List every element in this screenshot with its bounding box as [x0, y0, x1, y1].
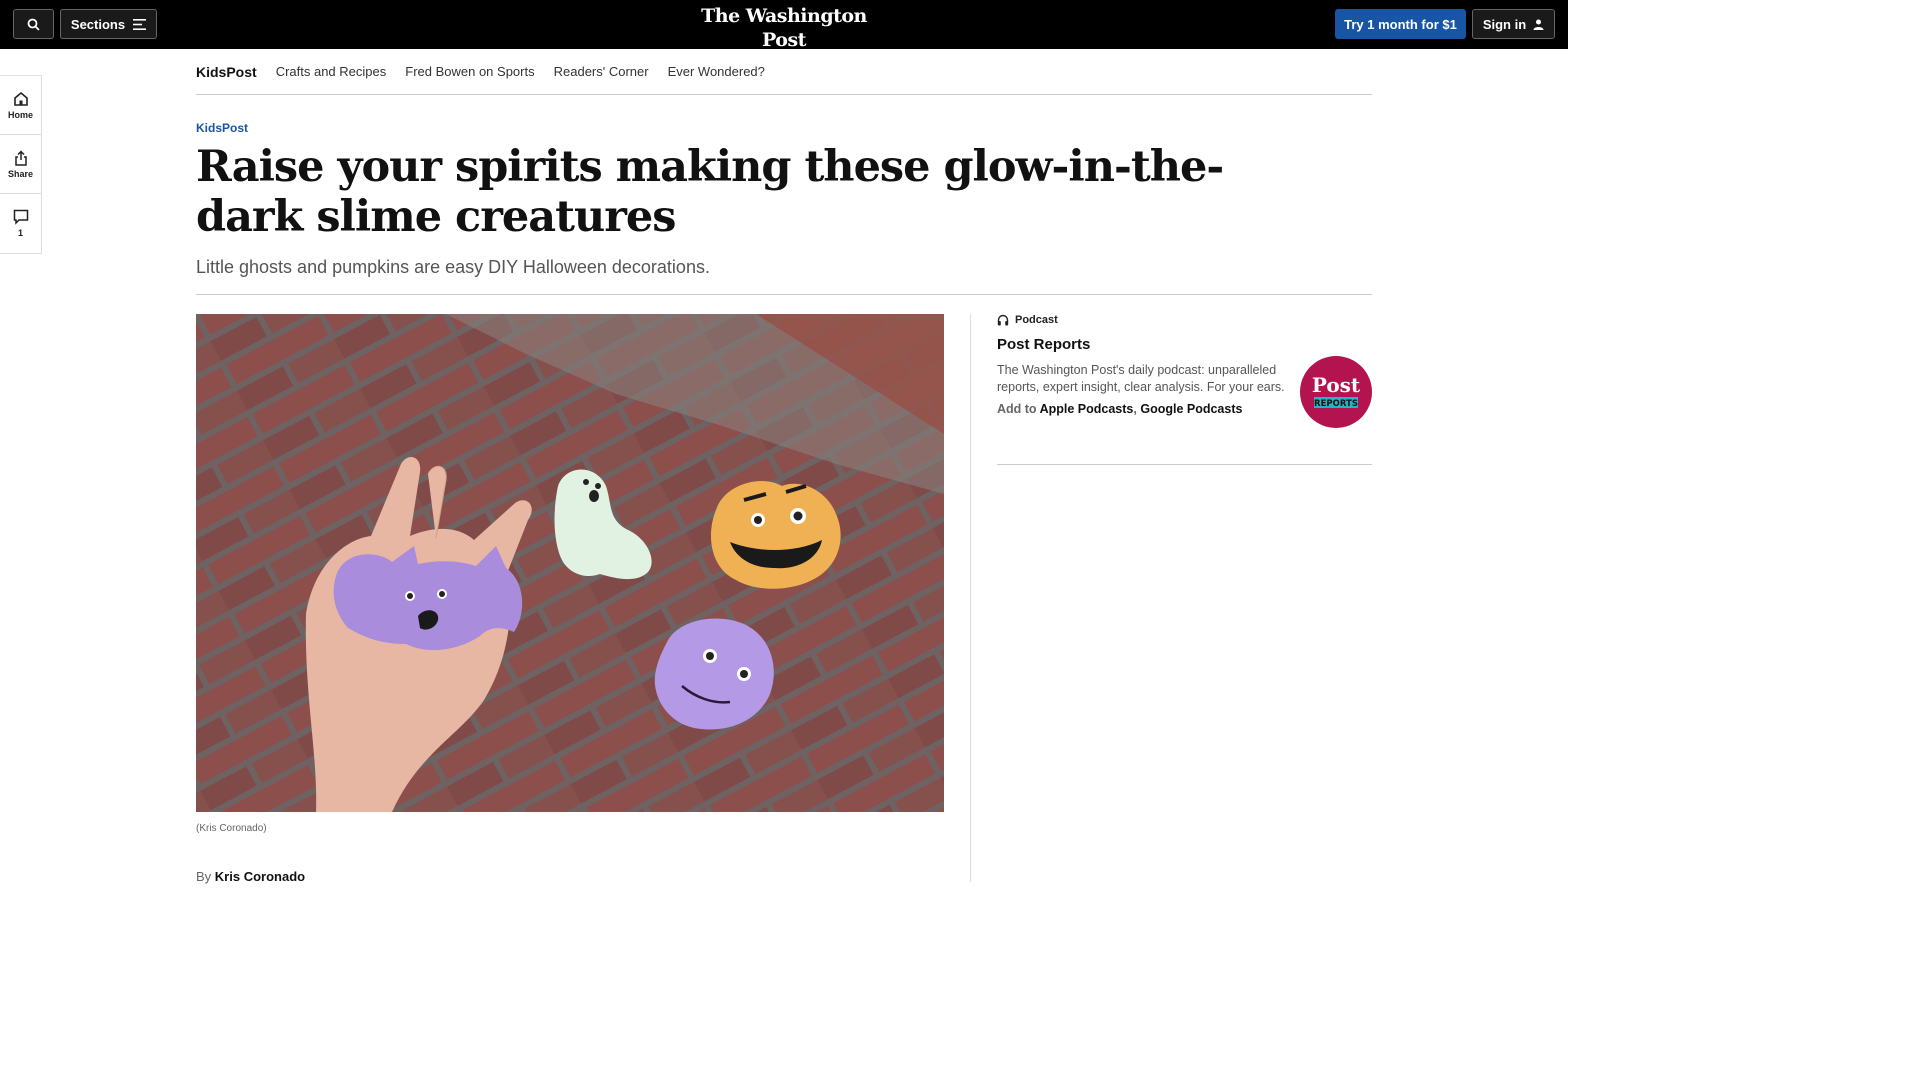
- sections-button[interactable]: Sections: [60, 9, 157, 39]
- divider: [196, 294, 1372, 295]
- home-icon: [13, 91, 28, 106]
- podcast-label-text: Podcast: [1015, 314, 1058, 326]
- photo-credit: (Kris Coronado): [196, 823, 267, 834]
- podcast-title[interactable]: Post Reports: [997, 336, 1090, 353]
- user-icon: [1533, 19, 1544, 30]
- comments-button[interactable]: 1: [0, 194, 41, 253]
- podcast-divider: [997, 464, 1372, 465]
- logo-text-post: Post: [1312, 373, 1361, 397]
- subnav-item-ever-wondered[interactable]: Ever Wondered?: [668, 64, 765, 79]
- podcast-description: The Washington Post's daily podcast: unp…: [997, 363, 1285, 394]
- logo-name: The Washington Post: [701, 5, 867, 51]
- logo-text-reports: REPORTS: [1314, 399, 1358, 409]
- link-separator: ,: [1133, 402, 1137, 416]
- share-label: Share: [7, 168, 33, 179]
- lead-photo: [196, 314, 944, 812]
- share-icon: [14, 149, 27, 166]
- subnav-item-sports[interactable]: Fred Bowen on Sports: [405, 64, 534, 79]
- comments-count: 1: [17, 228, 23, 238]
- share-button[interactable]: Share: [0, 135, 41, 194]
- byline-prefix: By: [196, 869, 212, 884]
- home-label: Home: [7, 109, 33, 120]
- subnav-item-crafts[interactable]: Crafts and Recipes: [276, 64, 387, 79]
- podcast-add-to: Add to Apple Podcasts, Google Podcasts: [997, 402, 1242, 416]
- home-button[interactable]: Home: [0, 76, 41, 135]
- headphones-icon: [997, 314, 1009, 326]
- article-dek: Little ghosts and pumpkins are easy DIY …: [196, 257, 710, 277]
- article-headline: Raise your spirits making these glow-in-…: [196, 142, 1224, 242]
- subnav-brand[interactable]: KidsPost: [196, 64, 257, 80]
- author-link[interactable]: Kris Coronado: [215, 869, 305, 884]
- column-divider: [970, 314, 971, 882]
- add-to-label: Add to: [997, 402, 1037, 416]
- apple-podcasts-link[interactable]: Apple Podcasts: [1040, 402, 1134, 416]
- top-bar: Sections The Washington Post Democracy D…: [0, 0, 1568, 64]
- sign-in-button[interactable]: Sign in: [1472, 9, 1555, 39]
- byline: By Kris Coronado: [196, 869, 305, 884]
- subscribe-button[interactable]: Try 1 month for $1: [1335, 9, 1466, 39]
- article-kicker[interactable]: KidsPost: [196, 121, 248, 135]
- sections-label: Sections: [70, 16, 126, 32]
- subnav-item-readers-corner[interactable]: Readers' Corner: [554, 64, 649, 79]
- post-reports-logo[interactable]: Post REPORTS: [1300, 356, 1372, 428]
- google-podcasts-link[interactable]: Google Podcasts: [1140, 402, 1242, 416]
- sign-in-label: Sign in: [1482, 16, 1527, 32]
- section-nav: KidsPost Crafts and Recipes Fred Bowen o…: [196, 49, 1372, 95]
- search-icon: [27, 18, 40, 31]
- left-rail: Home Share 1: [0, 75, 42, 254]
- menu-icon: [133, 18, 147, 30]
- comment-icon: [13, 209, 28, 225]
- podcast-label: Podcast: [997, 314, 1058, 326]
- search-button[interactable]: [13, 9, 54, 39]
